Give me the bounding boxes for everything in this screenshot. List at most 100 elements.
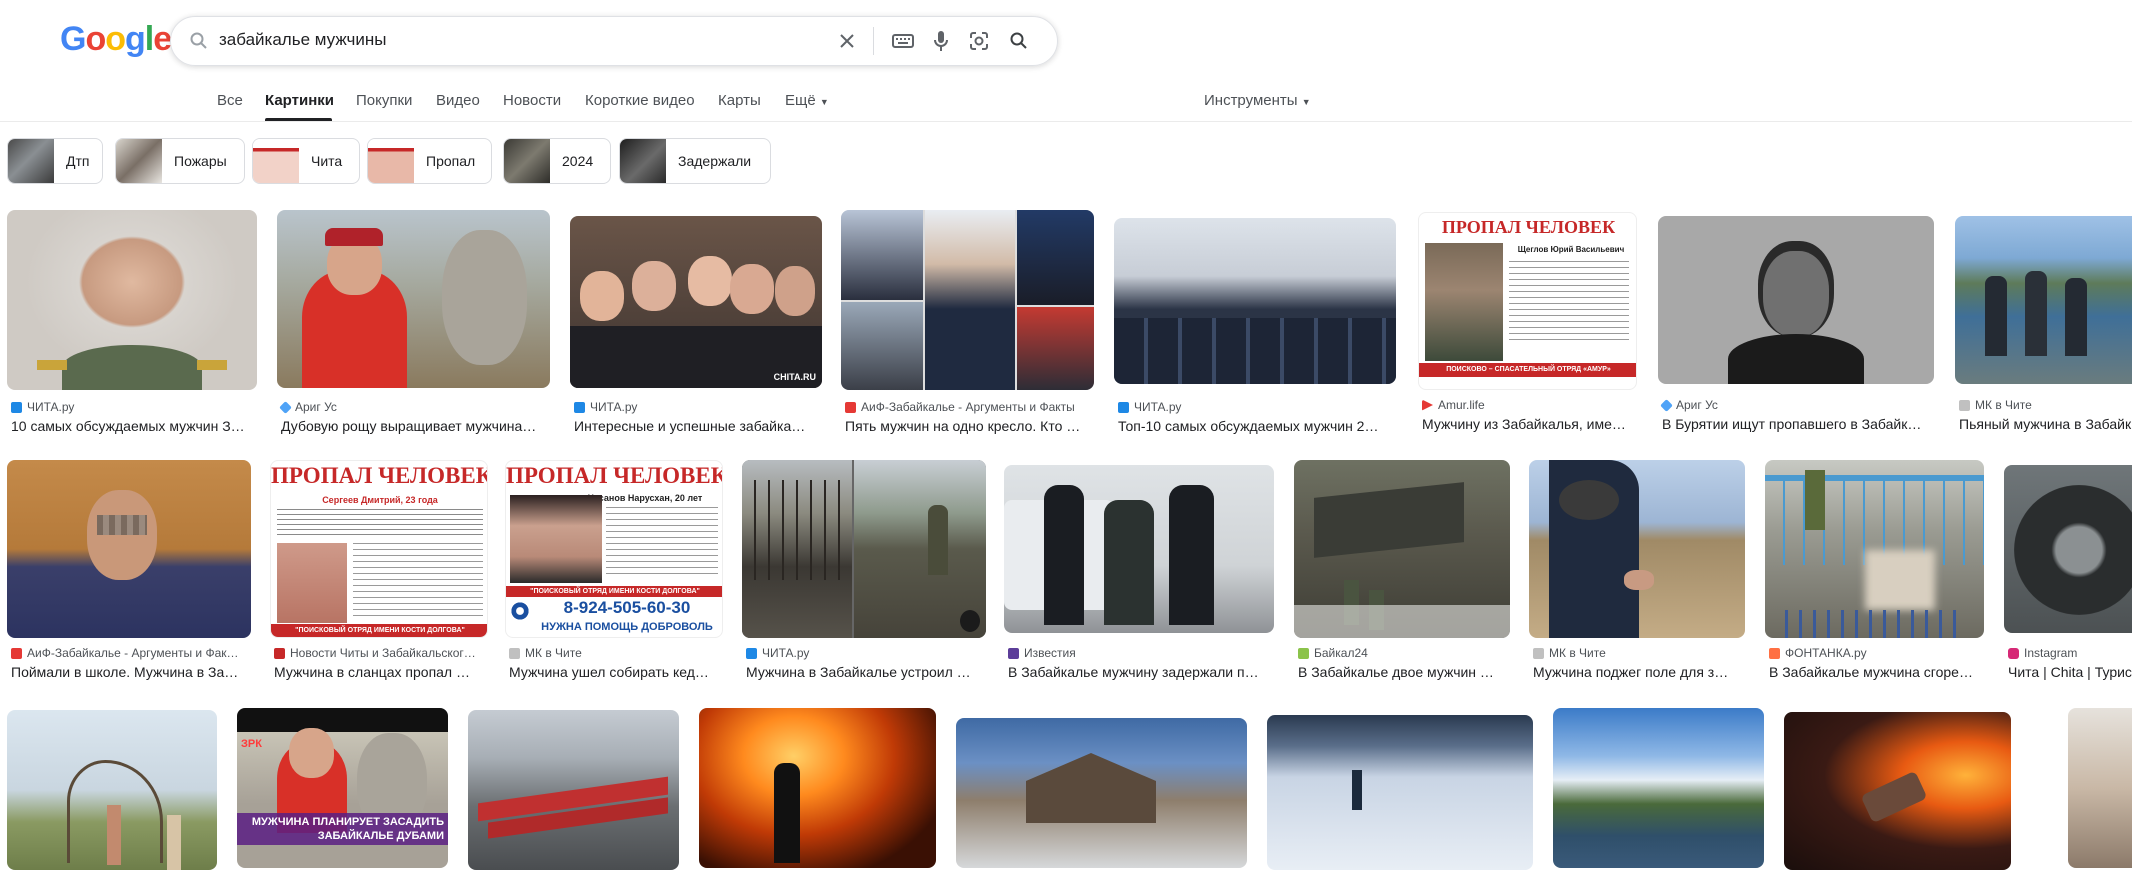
result-title[interactable]: Мужчина в сланцах пропал … xyxy=(274,664,488,680)
result-title[interactable]: Пять мужчин на одно кресло. Кто … xyxy=(845,418,1094,434)
result-thumbnail xyxy=(841,210,1094,390)
result-thumbnail xyxy=(468,710,679,870)
result-title[interactable]: Пьяный мужчина в Забайк xyxy=(1959,416,2132,432)
result-title[interactable]: 10 самых обсуждаемых мужчин З… xyxy=(11,418,257,434)
poster-title: ПРОПАЛ ЧЕЛОВЕК xyxy=(1441,217,1616,237)
site-favicon-icon xyxy=(1008,647,1019,659)
chip-thumbnail xyxy=(116,139,162,183)
result-thumbnail: ПРОПАЛ ЧЕЛОВЕК Сергеев Дмитрий, 23 года … xyxy=(270,460,488,638)
result-thumbnail xyxy=(1267,715,1533,870)
result-thumbnail xyxy=(1658,216,1934,384)
tab-all[interactable]: Все xyxy=(217,92,243,109)
poster-org: "ПОИСКОВЫЙ ОТРЯД ИМЕНИ КОСТИ ДОЛГОВА" xyxy=(506,586,722,597)
keyboard-icon[interactable] xyxy=(889,27,917,55)
result-source: МК в Чите xyxy=(509,646,582,660)
result-source: ЧИТА.ру xyxy=(574,400,637,414)
site-favicon-icon xyxy=(279,400,292,414)
result-source: АиФ-Забайкалье - Аргументы и Фак… xyxy=(11,646,239,660)
search-input[interactable]: забайкалье мужчины xyxy=(219,30,386,50)
header-divider xyxy=(0,121,2132,122)
result-title[interactable]: В Забайкалье мужчина сгоре… xyxy=(1769,664,1984,680)
result-title[interactable]: Топ-10 самых обсуждаемых мужчин 2… xyxy=(1118,418,1396,434)
result-thumbnail xyxy=(956,718,1247,868)
chip-2024[interactable]: 2024 xyxy=(503,138,611,184)
site-favicon-icon xyxy=(1660,398,1673,412)
chip-label: Пожары xyxy=(174,153,227,169)
tab-images[interactable]: Картинки xyxy=(265,92,334,109)
site-favicon-icon xyxy=(574,401,585,413)
poster-footer: "ПОИСКОВЫЙ ОТРЯД ИМЕНИ КОСТИ ДОЛГОВА" xyxy=(271,624,487,637)
chip-dtp[interactable]: Дтп xyxy=(7,138,103,184)
result-source: ЧИТА.ру xyxy=(1118,400,1181,414)
poster-title: ПРОПАЛ ЧЕЛОВЕК xyxy=(271,463,488,488)
result-source: МК в Чите xyxy=(1959,398,2032,412)
result-title[interactable]: Мужчина в Забайкалье устроил … xyxy=(746,664,986,680)
result-title[interactable]: Интересные и успешные забайка… xyxy=(574,418,822,434)
result-title[interactable]: В Забайкалье мужчину задержали п… xyxy=(1008,664,1274,680)
result-source: Ариг Ус xyxy=(1660,398,1718,412)
chip-thumbnail xyxy=(8,139,54,183)
result-thumbnail: ПРОПАЛ ЧЕЛОВЕК Щеглов Юрий Васильевич ПО… xyxy=(1418,212,1637,390)
result-title[interactable]: Дубовую рощу выращивает мужчина… xyxy=(281,418,550,434)
tools-button[interactable]: Инструменты ▼ xyxy=(1204,92,1311,109)
microphone-icon[interactable] xyxy=(927,27,955,55)
tab-shopping[interactable]: Покупки xyxy=(356,92,412,109)
chevron-down-icon: ▼ xyxy=(819,97,829,107)
result-title[interactable]: Чита | Chita | Турис xyxy=(2008,664,2132,680)
result-source: ЧИТА.ру xyxy=(11,400,74,414)
result-source: Instagram xyxy=(2008,646,2077,660)
site-favicon-icon xyxy=(274,647,285,659)
tab-maps[interactable]: Карты xyxy=(718,92,761,109)
result-title[interactable]: Мужчина поджег поле для з… xyxy=(1533,664,1745,680)
result-title[interactable]: В Забайкалье двое мужчин … xyxy=(1298,664,1510,680)
tab-news[interactable]: Новости xyxy=(503,92,561,109)
chip-label: Чита xyxy=(311,153,343,169)
tab-short-video[interactable]: Короткие видео xyxy=(585,92,695,109)
lens-camera-icon[interactable] xyxy=(965,27,993,55)
site-favicon-icon xyxy=(1533,647,1544,659)
site-favicon-icon xyxy=(746,647,757,659)
search-submit-icon[interactable] xyxy=(1005,27,1033,55)
chip-missing[interactable]: Пропал xyxy=(367,138,492,184)
result-thumbnail xyxy=(2068,708,2132,868)
search-box[interactable]: забайкалье мужчины xyxy=(170,16,1058,66)
chip-label: 2024 xyxy=(562,153,594,169)
site-favicon-icon xyxy=(2008,647,2019,659)
result-thumbnail xyxy=(1553,708,1764,868)
tv-logo: ЗРК xyxy=(241,738,262,750)
chip-fires[interactable]: Пожары xyxy=(115,138,245,184)
poster-title: ПРОПАЛ ЧЕЛОВЕК xyxy=(506,463,723,488)
result-thumbnail: ПРОПАЛ ЧЕЛОВЕК Хасанов Нарусхан, 20 лет … xyxy=(505,460,723,638)
result-source: АиФ-Забайкалье - Аргументы и Факты xyxy=(845,400,1075,414)
result-thumbnail xyxy=(7,210,257,390)
result-source: Известия xyxy=(1008,646,1076,660)
result-thumbnail xyxy=(1004,465,1274,633)
search-divider xyxy=(873,27,874,55)
result-title[interactable]: В Бурятии ищут пропавшего в Забайк… xyxy=(1662,416,1934,432)
result-title[interactable]: Поймали в школе. Мужчина в За… xyxy=(11,664,251,680)
result-title[interactable]: Мужчину из Забайкалья, име… xyxy=(1422,416,1637,432)
result-thumbnail xyxy=(742,460,986,638)
poster-help: НУЖНА ПОМОЩЬ ДОБРОВОЛЬ xyxy=(541,621,713,633)
tab-more[interactable]: Ещё ▼ xyxy=(785,92,829,109)
chip-chita[interactable]: Чита xyxy=(252,138,360,184)
watermark-text: CHITA.RU xyxy=(773,372,816,382)
chip-label: Дтп xyxy=(66,153,90,169)
result-source: Ариг Ус xyxy=(279,400,337,414)
chevron-down-icon: ▼ xyxy=(1301,97,1311,107)
result-thumbnail xyxy=(7,460,251,638)
clear-icon[interactable] xyxy=(833,27,861,55)
chip-thumbnail xyxy=(368,139,414,183)
result-thumbnail: ЗРК МУЖЧИНА ПЛАНИРУЕТ ЗАСАДИТЬ ЗАБАЙКАЛЬ… xyxy=(237,708,448,868)
result-source: Amur.life xyxy=(1422,398,1485,412)
chip-detained[interactable]: Задержали xyxy=(619,138,771,184)
result-thumbnail xyxy=(1955,216,2132,384)
result-thumbnail xyxy=(1294,460,1510,638)
result-title[interactable]: Мужчина ушел собирать кед… xyxy=(509,664,723,680)
result-thumbnail: CHITA.RU xyxy=(570,216,822,388)
result-source: Байкал24 xyxy=(1298,646,1368,660)
tab-video[interactable]: Видео xyxy=(436,92,480,109)
result-thumbnail xyxy=(2004,465,2132,633)
site-favicon-icon xyxy=(1422,399,1433,411)
google-logo[interactable]: Google xyxy=(60,20,172,59)
